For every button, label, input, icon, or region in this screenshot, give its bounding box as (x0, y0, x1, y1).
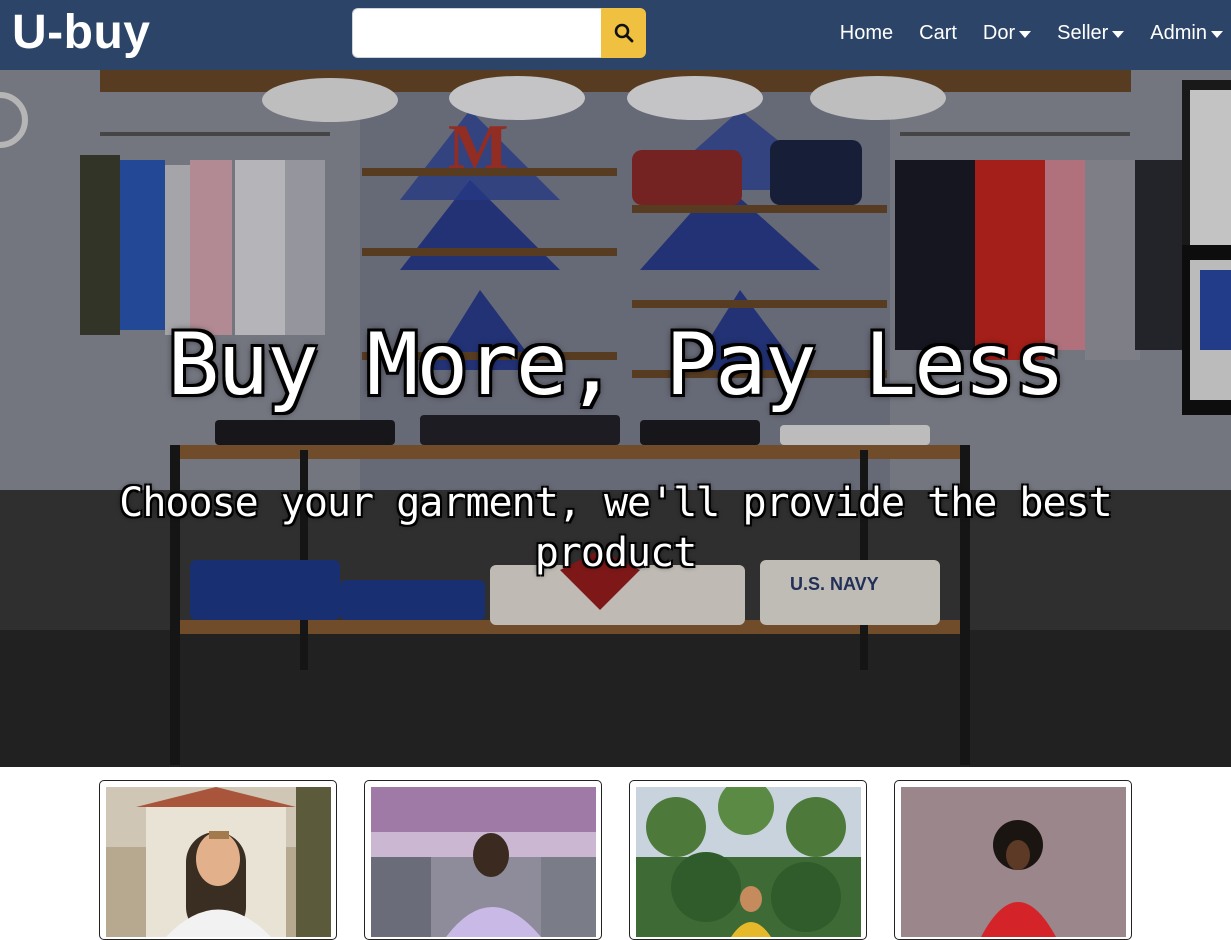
product-card[interactable] (364, 780, 602, 940)
search-form (352, 8, 646, 58)
hero-title: Buy More, Pay Less (167, 315, 1066, 415)
nav-seller-dropdown[interactable]: Seller (1057, 21, 1125, 45)
product-card[interactable] (99, 780, 337, 940)
brand-logo[interactable]: U-buy (12, 4, 150, 62)
caret-down-icon (1019, 30, 1032, 38)
nav-admin-dropdown[interactable]: Admin (1150, 22, 1223, 45)
hero-banner: M U.S. NAVY Buy More, Pay Less Choose yo… (0, 70, 1231, 767)
nav-seller-label: Seller (1057, 21, 1109, 44)
nav-home[interactable]: Home (840, 22, 893, 45)
product-cards (0, 767, 1231, 940)
nav-home-label: Home (839, 21, 894, 44)
top-navbar: U-buy Home Cart Dor Seller Admin (0, 0, 1231, 70)
product-image (371, 787, 596, 937)
product-image (106, 787, 331, 937)
nav-dor-label: Dor (982, 21, 1016, 44)
hero-subtitle: Choose your garment, we'll provide the b… (119, 480, 1113, 576)
search-button[interactable] (601, 8, 646, 58)
nav-dor-dropdown[interactable]: Dor (982, 21, 1032, 45)
product-image (636, 787, 861, 937)
nav-admin-label: Admin (1150, 21, 1207, 44)
caret-down-icon (1211, 30, 1223, 38)
caret-down-icon (1112, 30, 1125, 38)
nav-cart-label: Cart (919, 21, 957, 44)
search-input[interactable] (352, 8, 601, 58)
product-card[interactable] (894, 780, 1132, 940)
nav-links: Home Cart Dor Seller Admin (814, 0, 1223, 66)
search-icon (614, 23, 633, 43)
nav-cart[interactable]: Cart (919, 22, 957, 45)
clothing-store-background-image: M U.S. NAVY (0, 70, 1231, 767)
product-card[interactable] (629, 780, 867, 940)
product-image (901, 787, 1126, 937)
